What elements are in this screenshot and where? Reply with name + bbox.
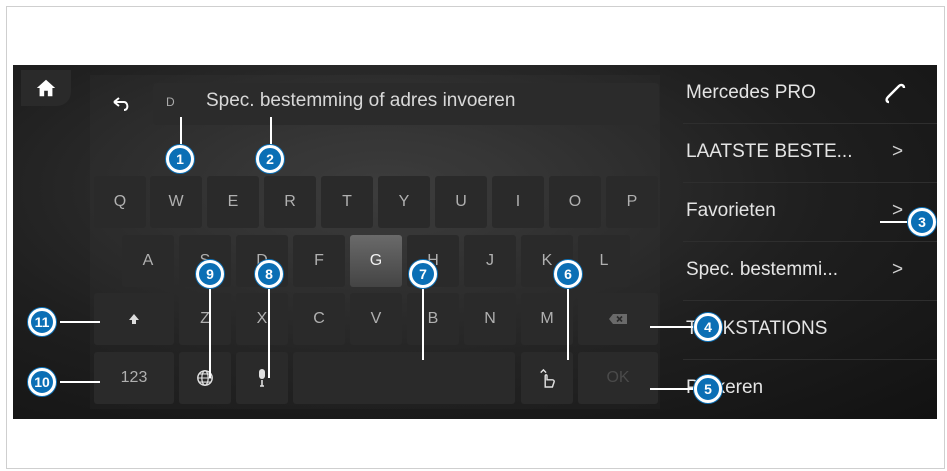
globe-icon (197, 370, 213, 386)
menu-item-special-destinations[interactable]: Spec. bestemmi... > (683, 242, 937, 301)
key-m[interactable]: M (521, 293, 573, 345)
callout-5-leader (650, 388, 695, 390)
key-p[interactable]: P (606, 176, 658, 228)
callout-4-leader (650, 326, 695, 328)
key-n[interactable]: N (464, 293, 516, 345)
microphone-icon (259, 369, 265, 387)
key-i[interactable]: I (492, 176, 544, 228)
handwriting-key[interactable] (521, 352, 573, 404)
callout-1: 1 (166, 145, 194, 173)
callout-7-leader (422, 288, 424, 360)
callout-2-leader (270, 117, 272, 147)
space-key[interactable] (293, 352, 515, 404)
navigation-screen: D Spec. bestemming of adres invoeren Q W… (13, 65, 937, 419)
key-w[interactable]: W (150, 176, 202, 228)
chevron-right-icon: > (892, 141, 904, 162)
key-r[interactable]: R (264, 176, 316, 228)
touch-hand-icon (540, 368, 555, 388)
key-j[interactable]: J (464, 235, 516, 287)
callout-8: 8 (255, 260, 283, 288)
callout-1-leader (180, 117, 182, 147)
language-key[interactable] (179, 352, 231, 404)
callout-11-leader (60, 321, 100, 323)
callout-10: 10 (28, 368, 56, 396)
callout-5: 5 (694, 375, 722, 403)
key-o[interactable]: O (549, 176, 601, 228)
back-arrow-icon (113, 97, 129, 111)
callout-9: 9 (196, 260, 224, 288)
country-code[interactable]: D (166, 95, 175, 109)
key-e[interactable]: E (207, 176, 259, 228)
numbers-key[interactable]: 123 (94, 352, 174, 404)
callout-9-leader (209, 288, 211, 378)
key-v[interactable]: V (350, 293, 402, 345)
menu-item-label: Spec. bestemmi... (686, 259, 839, 280)
phone-icon[interactable] (883, 82, 907, 106)
key-f[interactable]: F (293, 235, 345, 287)
key-q[interactable]: Q (94, 176, 146, 228)
key-l[interactable]: L (578, 235, 630, 287)
input-placeholder: Spec. bestemming of adres invoeren (206, 90, 516, 111)
callout-10-leader (60, 381, 100, 383)
key-c[interactable]: C (293, 293, 345, 345)
callout-3: 3 (908, 208, 936, 236)
shift-key[interactable] (94, 293, 174, 345)
ok-key[interactable]: OK (578, 352, 658, 404)
home-icon (36, 79, 56, 97)
callout-6-leader (567, 288, 569, 360)
menu-item-last-destinations[interactable]: LAATSTE BESTE... > (683, 124, 937, 183)
menu-item-label: LAATSTE BESTE... (686, 141, 853, 162)
key-y[interactable]: Y (378, 176, 430, 228)
right-menu: Mercedes PRO LAATSTE BESTE... > Favoriet… (683, 65, 937, 419)
voice-input-key[interactable] (236, 352, 288, 404)
callout-11: 11 (28, 308, 56, 336)
key-t[interactable]: T (321, 176, 373, 228)
callout-8-leader (268, 288, 270, 378)
backspace-icon (609, 314, 627, 324)
key-a[interactable]: A (122, 235, 174, 287)
key-z[interactable]: Z (179, 293, 231, 345)
chevron-right-icon: > (892, 259, 904, 280)
shift-icon (129, 314, 139, 324)
callout-2: 2 (256, 145, 284, 173)
backspace-key[interactable] (578, 293, 658, 345)
key-b[interactable]: B (407, 293, 459, 345)
key-u[interactable]: U (435, 176, 487, 228)
menu-item-label: Mercedes PRO (686, 82, 816, 103)
callout-7: 7 (409, 260, 437, 288)
callout-3-leader (880, 221, 910, 223)
menu-item-mercedes-pro[interactable]: Mercedes PRO (683, 65, 937, 124)
callout-4: 4 (694, 313, 722, 341)
menu-item-label: Favorieten (686, 200, 776, 221)
callout-6: 6 (554, 260, 582, 288)
key-x[interactable]: X (236, 293, 288, 345)
key-g-selected[interactable]: G (350, 235, 402, 287)
home-button[interactable] (21, 70, 71, 106)
chevron-right-icon: > (892, 200, 904, 221)
back-button[interactable] (103, 87, 139, 123)
menu-item-favorites[interactable]: Favorieten > (683, 183, 937, 242)
